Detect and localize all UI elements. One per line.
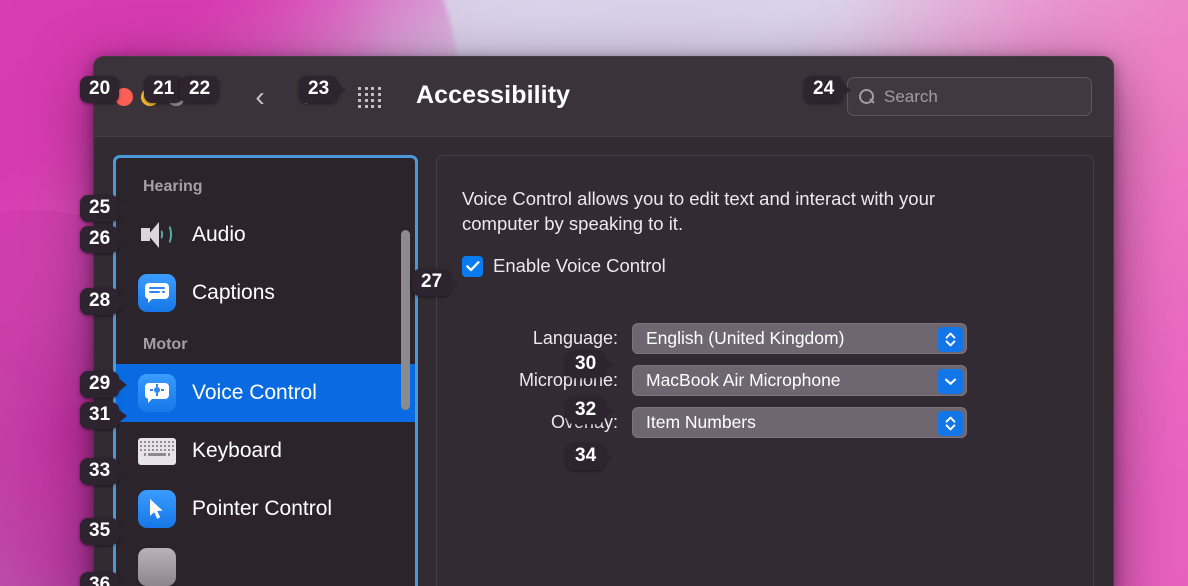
search-input[interactable]: Search bbox=[847, 77, 1092, 116]
sidebar-item-label: Captions bbox=[192, 281, 275, 304]
sidebar-item-audio[interactable]: Audio bbox=[116, 206, 415, 264]
sidebar-item-captions[interactable]: Captions bbox=[116, 264, 415, 322]
annotation-badge-32: 32 bbox=[566, 397, 606, 425]
window-titlebar: ‹ › Accessibility Search bbox=[94, 57, 1113, 137]
pointer-icon bbox=[138, 490, 176, 528]
enable-voice-control-checkbox[interactable] bbox=[462, 255, 483, 277]
chevron-up-down-icon[interactable] bbox=[938, 410, 963, 436]
sidebar-item-pointer-control[interactable]: Pointer Control bbox=[116, 480, 415, 538]
annotation-badge-23: 23 bbox=[299, 76, 339, 104]
annotation-badge-21: 21 bbox=[144, 76, 184, 104]
language-label: Language: bbox=[532, 328, 618, 349]
overlay-select[interactable]: Item Numbers bbox=[632, 407, 967, 439]
overlay-value: Item Numbers bbox=[646, 412, 756, 433]
annotation-badge-36: 36 bbox=[80, 572, 120, 586]
sidebar-section-hearing: Hearing bbox=[143, 178, 203, 195]
microphone-row: Microphone: MacBook Air Microphone bbox=[462, 365, 1061, 397]
voice-control-icon bbox=[138, 374, 176, 412]
search-placeholder: Search bbox=[884, 86, 938, 106]
checkmark-icon bbox=[465, 260, 480, 271]
voice-control-description: Voice Control allows you to edit text an… bbox=[462, 188, 936, 235]
sidebar-section-motor: Motor bbox=[143, 336, 188, 353]
page-title: Accessibility bbox=[416, 81, 571, 109]
microphone-select[interactable]: MacBook Air Microphone bbox=[632, 365, 967, 397]
content-panel: Voice Control allows you to edit text an… bbox=[436, 155, 1094, 586]
back-button[interactable]: ‹ bbox=[242, 79, 278, 115]
annotation-badge-31: 31 bbox=[80, 402, 120, 430]
annotation-badge-24: 24 bbox=[804, 76, 844, 104]
search-icon bbox=[858, 88, 875, 105]
annotation-badge-30: 30 bbox=[566, 351, 606, 379]
language-select[interactable]: English (United Kingdom) bbox=[632, 323, 967, 355]
sidebar-item-label: Keyboard bbox=[192, 439, 282, 462]
enable-voice-control-row[interactable]: Enable Voice Control bbox=[462, 255, 1061, 277]
chevron-down-icon[interactable] bbox=[938, 368, 963, 394]
sidebar: Hearing Audio Captions Motor Voice Contr… bbox=[113, 155, 418, 586]
sidebar-item-label: Pointer Control bbox=[192, 497, 333, 520]
grid-view-icon[interactable] bbox=[356, 85, 384, 111]
sidebar-item-partial[interactable] bbox=[116, 538, 415, 586]
sidebar-scroll-area[interactable]: Hearing Audio Captions Motor Voice Contr… bbox=[116, 158, 415, 586]
speaker-icon bbox=[138, 216, 176, 254]
annotation-badge-28: 28 bbox=[80, 288, 120, 316]
sidebar-scrollbar[interactable] bbox=[401, 230, 410, 410]
annotation-badge-25: 25 bbox=[80, 195, 120, 223]
overlay-row: Overlay: Item Numbers bbox=[462, 407, 1061, 439]
chevron-up-down-icon[interactable] bbox=[938, 326, 963, 352]
voice-control-settings-form: Language: English (United Kingdom) Micro… bbox=[462, 323, 1061, 439]
annotation-badge-27: 27 bbox=[412, 269, 452, 297]
annotation-badge-33: 33 bbox=[80, 458, 120, 486]
microphone-value: MacBook Air Microphone bbox=[646, 370, 841, 391]
sidebar-item-keyboard[interactable]: Keyboard bbox=[116, 422, 415, 480]
sidebar-item-voice-control[interactable]: Voice Control bbox=[116, 364, 415, 422]
system-preferences-window: ‹ › Accessibility Search Heari bbox=[93, 56, 1114, 586]
keyboard-icon bbox=[138, 432, 176, 470]
sidebar-item-label: Voice Control bbox=[192, 381, 317, 404]
annotation-badge-22: 22 bbox=[180, 76, 220, 104]
language-value: English (United Kingdom) bbox=[646, 328, 845, 349]
language-row: Language: English (United Kingdom) bbox=[462, 323, 1061, 355]
annotation-badge-35: 35 bbox=[80, 518, 120, 546]
annotation-badge-29: 29 bbox=[80, 371, 120, 399]
captions-icon bbox=[138, 274, 176, 312]
partial-app-icon bbox=[138, 548, 176, 586]
sidebar-item-label: Audio bbox=[192, 223, 246, 246]
enable-voice-control-label: Enable Voice Control bbox=[493, 255, 666, 277]
annotation-badge-20: 20 bbox=[80, 76, 120, 104]
desktop-wallpaper: ‹ › Accessibility Search Heari bbox=[0, 0, 1188, 586]
annotation-badge-34: 34 bbox=[566, 443, 606, 471]
annotation-badge-26: 26 bbox=[80, 226, 120, 254]
chevron-left-icon: ‹ bbox=[255, 81, 265, 112]
